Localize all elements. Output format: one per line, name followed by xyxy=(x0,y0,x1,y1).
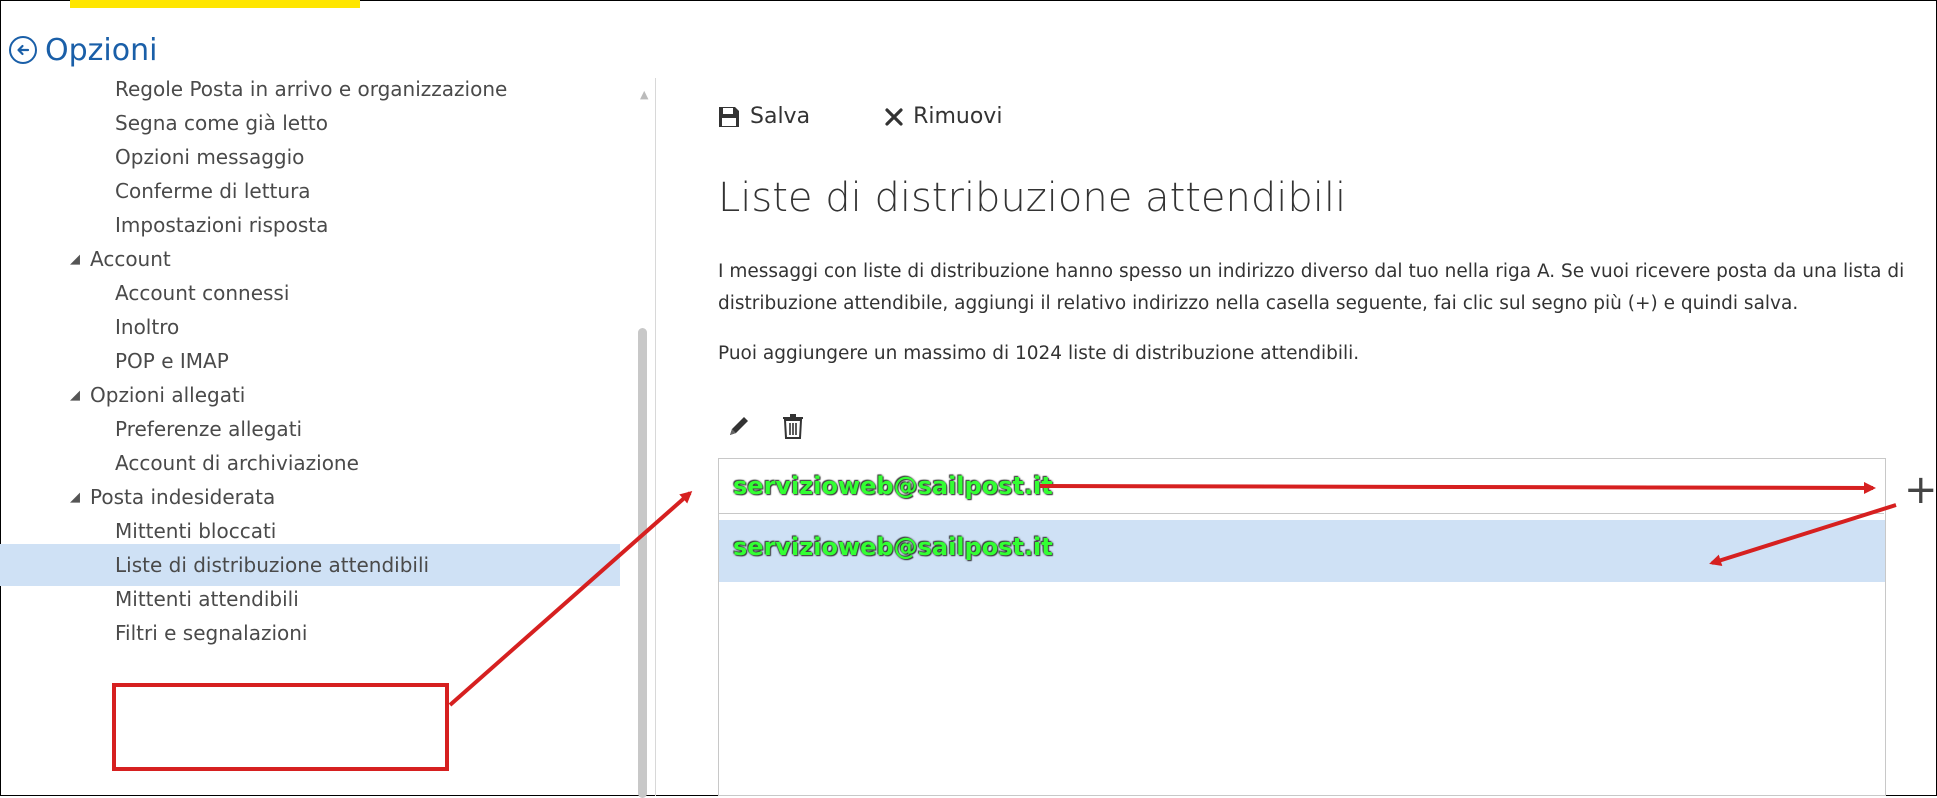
list-item-email: servizioweb@sailpost.it xyxy=(733,533,1053,561)
remove-button[interactable]: Rimuovi xyxy=(885,104,1002,129)
sidebar-item-label: Preferenze allegati xyxy=(115,417,303,441)
limit-note: Puoi aggiungere un massimo di 1024 liste… xyxy=(718,343,1360,364)
sidebar-scrollbar[interactable] xyxy=(638,328,647,798)
trash-icon[interactable] xyxy=(782,413,804,439)
pencil-icon[interactable] xyxy=(726,413,752,439)
collapse-caret-icon: ◢ xyxy=(70,387,80,403)
sidebar-item-label: Opzioni messaggio xyxy=(115,145,305,169)
sidebar-item-label: Filtri e segnalazioni xyxy=(115,621,308,645)
action-toolbar: Salva Rimuovi xyxy=(718,104,1077,129)
description-text: I messaggi con liste di distribuzione ha… xyxy=(718,261,1905,314)
sidebar-item-label: Posta indesiderata xyxy=(90,485,276,509)
sidebar-item-label: Segna come già letto xyxy=(115,111,329,135)
remove-label: Rimuovi xyxy=(913,104,1003,129)
sidebar-item-label: Account connessi xyxy=(115,281,290,305)
sidebar-item-label: Impostazioni risposta xyxy=(115,213,329,237)
entry-input-value: servizioweb@sailpost.it xyxy=(733,472,1053,500)
collapse-caret-icon: ◢ xyxy=(70,251,80,267)
sidebar-item-label: Liste di distribuzione attendibili xyxy=(115,553,430,577)
sidebar-item-label: Account di archiviazione xyxy=(115,451,359,475)
floppy-disk-icon xyxy=(718,106,740,128)
yellow-highlight xyxy=(70,0,360,8)
save-button[interactable]: Salva xyxy=(718,104,810,129)
close-icon xyxy=(885,107,903,126)
save-label: Salva xyxy=(750,104,811,129)
sidebar-item-label: Conferme di lettura xyxy=(115,179,311,203)
options-title: Opzioni xyxy=(45,32,158,68)
sidebar-item-label: Account xyxy=(90,247,171,271)
arrow-circle-left-icon[interactable] xyxy=(9,36,37,64)
sidebar-item-label: Mittenti attendibili xyxy=(115,587,299,611)
annotation-red-box xyxy=(112,683,449,771)
sidebar-item-label: Inoltro xyxy=(115,315,180,339)
page-title: Liste di distribuzione attendibili xyxy=(718,175,1347,221)
list-toolbar xyxy=(726,413,834,439)
collapse-caret-icon: ◢ xyxy=(70,489,80,505)
scroll-up-arrow-icon[interactable]: ▲ xyxy=(640,88,648,101)
options-header: Opzioni xyxy=(9,28,157,72)
sidebar-item-label: POP e IMAP xyxy=(115,349,229,373)
sidebar-item-label: Opzioni allegati xyxy=(90,383,246,407)
cropped-top-text xyxy=(0,0,1937,8)
sidebar-item-label: Mittenti bloccati xyxy=(115,519,277,543)
plus-icon[interactable]: + xyxy=(1904,470,1937,510)
sidebar-item-filtri-segnalazioni[interactable]: Filtri e segnalazioni xyxy=(0,612,620,654)
sidebar-item-label: Regole Posta in arrivo e organizzazione xyxy=(115,77,508,101)
